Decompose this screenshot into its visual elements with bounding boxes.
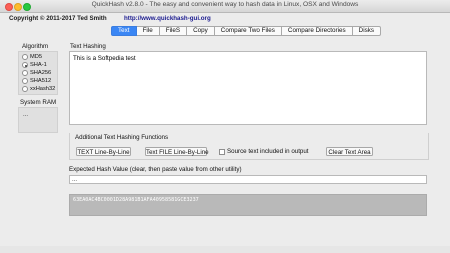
xxhash32-label: xxHash32 — [30, 86, 56, 92]
tab-disks[interactable]: Disks — [352, 26, 382, 36]
tab-compare-two-files[interactable]: Compare Two Files — [214, 26, 282, 36]
xxhash32-radio-button[interactable] — [22, 86, 28, 92]
hash-result-value: 63EA0AC4BC0001D28A981B1AFA40958581GCE323… — [73, 197, 199, 203]
clear-text-area-button[interactable]: Clear Text Area — [326, 147, 373, 156]
radio-sha256[interactable]: SHA256 — [22, 69, 51, 77]
source-text-checkbox[interactable] — [219, 149, 225, 155]
source-text-checkbox-label: Source text included in output — [227, 148, 309, 155]
md5-label: MD5 — [30, 54, 43, 60]
md5-radio-button[interactable] — [22, 54, 28, 60]
text-hashing-label: Text Hashing — [70, 43, 106, 50]
title-bar[interactable]: QuickHash v2.8.0 - The easy and convenie… — [0, 0, 450, 13]
sha512-label: SHA512 — [30, 78, 52, 84]
algorithm-group: MD5 SHA-1 SHA256 SHA512 xxHash32 — [18, 51, 58, 95]
tab-files[interactable]: FileS — [159, 26, 188, 36]
expected-hash-label: Expected Hash Value (clear, then paste v… — [69, 166, 242, 173]
functions-title: Additional Text Hashing Functions — [75, 134, 169, 141]
hash-result-panel: 63EA0AC4BC0001D28A981B1AFA40958581GCE323… — [69, 194, 427, 216]
system-ram-panel: ... — [18, 107, 58, 133]
website-link[interactable]: http://www.quickhash-gui.org — [124, 15, 211, 22]
tab-copy[interactable]: Copy — [187, 26, 215, 36]
algorithm-label: Algorithm — [22, 43, 49, 50]
tab-compare-directories[interactable]: Compare Directories — [281, 26, 353, 36]
sha256-label: SHA256 — [30, 70, 52, 76]
tab-text[interactable]: Text — [111, 26, 137, 36]
status-strip — [0, 246, 450, 253]
copyright-text: Copyright © 2011-2017 Ted Smith — [9, 15, 107, 22]
text-input-area[interactable]: This is a Softpedia test — [69, 51, 427, 125]
sha256-radio-button[interactable] — [22, 70, 28, 76]
text-line-by-line-button[interactable]: TEXT Line-By-Line — [76, 147, 131, 156]
functions-group: Additional Text Hashing Functions TEXT L… — [69, 133, 429, 160]
expected-hash-value: ... — [72, 177, 78, 183]
system-ram-label: System RAM — [20, 99, 57, 106]
radio-sha512[interactable]: SHA512 — [22, 77, 51, 85]
radio-md5[interactable]: MD5 — [22, 53, 42, 61]
app-window: QuickHash v2.8.0 - The easy and convenie… — [0, 0, 450, 253]
radio-sha1[interactable]: SHA-1 — [22, 61, 47, 69]
tab-bar: Text File FileS Copy Compare Two Files C… — [111, 26, 382, 36]
sha512-radio-button[interactable] — [22, 78, 28, 84]
text-input-value: This is a Softpedia test — [73, 55, 136, 62]
expected-hash-input[interactable]: ... — [69, 175, 427, 184]
system-ram-value: ... — [23, 112, 29, 118]
tab-file[interactable]: File — [136, 26, 160, 36]
radio-xxhash32[interactable]: xxHash32 — [22, 85, 55, 93]
window-title: QuickHash v2.8.0 - The easy and convenie… — [91, 1, 359, 8]
sha1-radio-button[interactable] — [22, 62, 28, 68]
text-file-line-by-line-button[interactable]: Text FILE Line-By-Line — [145, 147, 209, 156]
sha1-label: SHA-1 — [30, 62, 47, 68]
